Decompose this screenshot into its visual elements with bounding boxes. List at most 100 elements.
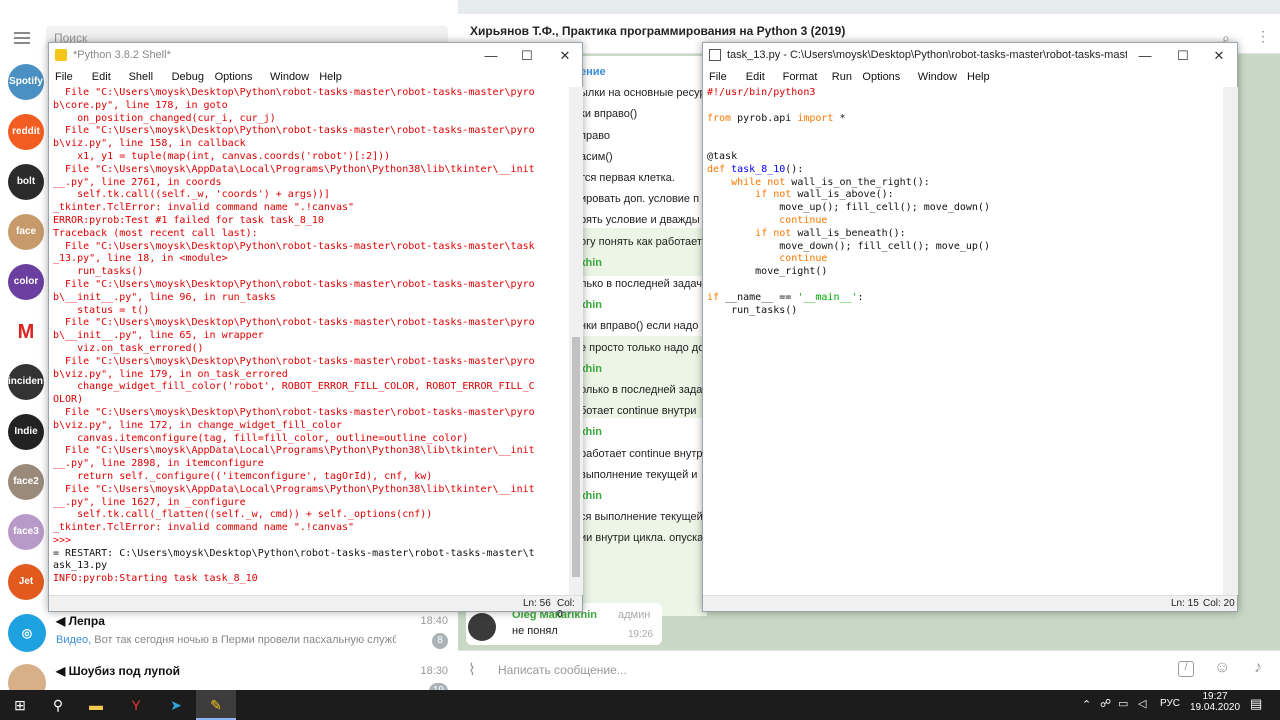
- shell-scrollbar[interactable]: [569, 87, 583, 595]
- chat-avatar-8[interactable]: Indie: [8, 414, 44, 450]
- language-indicator[interactable]: РУС: [1160, 698, 1180, 709]
- code-line: if not wall_is_beneath():: [755, 227, 906, 239]
- menu-icon[interactable]: [14, 32, 30, 44]
- shell-line: File "C:\Users\moysk\AppData\Local\Progr…: [53, 483, 535, 495]
- chat-title-header[interactable]: Хирьянов Т.Ф., Практика программирования…: [470, 24, 845, 38]
- editor-text-area[interactable]: #!/usr/bin/python3 from pyrob.api import …: [703, 87, 1223, 595]
- chat-avatar-4[interactable]: face: [8, 214, 44, 250]
- shell-line: viz.on_task_errored(): [53, 342, 204, 354]
- shell-line: return self._configure(('itemconfigure',…: [53, 470, 433, 482]
- menu-edit[interactable]: Edit: [92, 71, 111, 83]
- chat-avatar-3[interactable]: bolt: [8, 164, 44, 200]
- search-icon[interactable]: ⚲: [38, 690, 78, 720]
- shell-line: b\viz.py", line 158, in callback: [53, 138, 246, 150]
- shell-line: canvas.itemconfigure(tag, fill=fill_colo…: [53, 432, 469, 444]
- editor-scrollbar[interactable]: [1223, 87, 1238, 595]
- shell-line: File "C:\Users\moysk\Desktop\Python\robo…: [53, 278, 535, 290]
- battery-icon[interactable]: ▭: [1118, 697, 1128, 710]
- chat-row-lepra[interactable]: ◎ ◀ Лепра Видео, Вот так сегодня ночью в…: [0, 608, 458, 658]
- chat-avatar-5[interactable]: color: [8, 264, 44, 300]
- tray-chevron-icon[interactable]: ⌃: [1082, 698, 1091, 711]
- shell-line: Traceback (most recent call last):: [53, 227, 258, 239]
- message-snippet: выполнение текущей и: [580, 468, 698, 481]
- microphone-icon[interactable]: ♪: [1254, 659, 1262, 677]
- shell-line: b\viz.py", line 172, in change_widget_fi…: [53, 419, 342, 431]
- maximize-button[interactable]: ☐: [1171, 47, 1195, 65]
- shell-line: ERROR:pyrob:Test #1 failed for task task…: [53, 214, 324, 226]
- message-snippet: работает continue внутр: [580, 447, 703, 460]
- shell-line: _tkinter.TclError: invalid command name …: [53, 202, 355, 214]
- message-author: кhin: [580, 426, 602, 439]
- chat-avatar-11[interactable]: Jet: [8, 564, 44, 600]
- minimize-button[interactable]: —: [1133, 47, 1157, 65]
- python-idle-icon[interactable]: ✎: [196, 690, 236, 720]
- message-snippet: тся первая клетка.: [580, 172, 675, 184]
- code-line: while not wall_is_on_the_right():: [731, 176, 930, 188]
- editor-titlebar[interactable]: task_13.py - C:\Users\moysk\Desktop\Pyth…: [703, 43, 1237, 69]
- volume-icon[interactable]: ◁: [1138, 697, 1146, 710]
- shell-line: status = t(): [53, 304, 150, 316]
- menu-file[interactable]: File: [709, 71, 727, 83]
- message-snippet: е просто только надо до: [580, 341, 705, 354]
- code-line: @task: [707, 150, 738, 162]
- chat-avatar-2[interactable]: reddit: [8, 114, 44, 150]
- maximize-button[interactable]: ☐: [515, 47, 539, 65]
- message-snippet: ки вправо(): [580, 108, 638, 121]
- chat-time: 18:30: [420, 665, 448, 677]
- menu-format[interactable]: Format: [783, 71, 818, 83]
- message-author: кhin: [580, 362, 602, 375]
- menu-help[interactable]: Help: [967, 71, 990, 83]
- yandex-browser-icon[interactable]: Y: [116, 690, 156, 720]
- command-icon[interactable]: /: [1178, 661, 1194, 677]
- menu-file[interactable]: File: [55, 71, 73, 83]
- shell-line: INFO:pyrob:Starting task task_8_10: [53, 573, 258, 585]
- clock-time: 19:27: [1202, 691, 1228, 702]
- menu-shell[interactable]: Shell: [129, 71, 153, 83]
- menu-edit[interactable]: Edit: [746, 71, 765, 83]
- chat-row-showbiz[interactable]: ◀ Шоубиз под лупой 18:30 19: [0, 658, 458, 690]
- python-icon: [55, 49, 67, 61]
- shell-line: x1, y1 = tuple(map(int, canvas.coords('r…: [53, 150, 391, 162]
- editor-title: task_13.py - C:\Users\moysk\Desktop\Pyth…: [727, 49, 1127, 61]
- attach-icon[interactable]: ⌇: [468, 660, 476, 680]
- chat-avatar-1[interactable]: Spotify: [8, 64, 44, 100]
- code-line: move_down(); fill_cell(); move_up(): [707, 240, 990, 252]
- file-explorer-icon[interactable]: ▬: [76, 690, 116, 720]
- chat-avatar-9[interactable]: face2: [8, 464, 44, 500]
- code-line: #!/usr/bin/python3: [707, 87, 816, 98]
- shell-titlebar[interactable]: *Python 3.8.2 Shell* — ☐ ✕: [49, 43, 582, 69]
- minimize-button[interactable]: —: [479, 47, 503, 65]
- menu-options[interactable]: Options: [862, 71, 900, 83]
- shell-output[interactable]: File "C:\Users\moysk\Desktop\Python\robo…: [49, 87, 569, 595]
- code-line: run_tasks(): [707, 304, 798, 316]
- shell-line: self.tk.call((self._w, 'coords') + args)…: [53, 189, 330, 201]
- menu-window[interactable]: Window: [270, 71, 309, 83]
- menu-options[interactable]: Options: [215, 71, 253, 83]
- menu-help[interactable]: Help: [319, 71, 342, 83]
- menu-debug[interactable]: Debug: [172, 71, 204, 83]
- windows-start-icon[interactable]: ⊞: [0, 690, 40, 720]
- scroll-thumb[interactable]: [572, 337, 580, 577]
- clock[interactable]: 19:27 19.04.2020: [1190, 691, 1240, 713]
- telegram-icon[interactable]: ➤: [156, 690, 196, 720]
- message-input[interactable]: Написать сообщение...: [498, 663, 627, 677]
- chat-avatar-6[interactable]: М: [8, 314, 44, 350]
- notifications-icon[interactable]: ▤: [1250, 696, 1262, 712]
- shell-line: _tkinter.TclError: invalid command name …: [53, 522, 355, 534]
- emoji-icon[interactable]: ☺: [1214, 659, 1230, 677]
- shell-line: File "C:\Users\moysk\Desktop\Python\robo…: [53, 125, 535, 137]
- chat-avatar-7[interactable]: incident: [8, 364, 44, 400]
- code-line: if not wall_is_above():: [755, 189, 894, 201]
- menu-run[interactable]: Run: [832, 71, 852, 83]
- network-icon[interactable]: ☍: [1100, 697, 1111, 710]
- close-button[interactable]: ✕: [1207, 47, 1231, 65]
- line-indicator: Ln: 15: [1171, 598, 1199, 609]
- more-icon[interactable]: ⋮: [1256, 28, 1270, 45]
- menu-window[interactable]: Window: [918, 71, 957, 83]
- chat-avatar-10[interactable]: face3: [8, 514, 44, 550]
- message-text: не понял: [512, 625, 558, 637]
- shell-line: self.tk.call(_flatten((self._w, cmd)) + …: [53, 509, 433, 521]
- close-button[interactable]: ✕: [553, 47, 577, 65]
- file-icon: [709, 49, 721, 61]
- shell-text: File "C:\Users\moysk\Desktop\Python\robo…: [53, 87, 535, 586]
